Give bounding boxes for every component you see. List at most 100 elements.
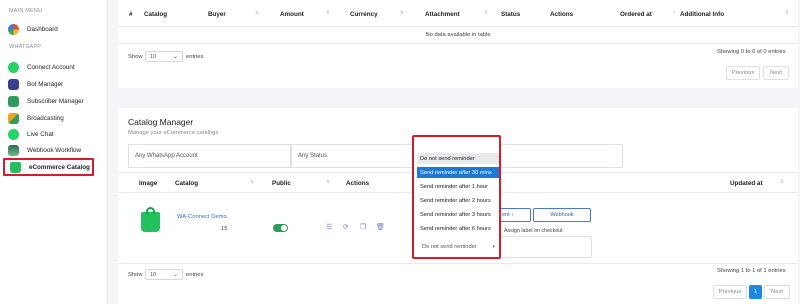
col-image: Image <box>139 180 158 187</box>
reminder-current-value: Do not send reminder <box>422 243 477 250</box>
empty-table-message: No data available in table <box>425 32 491 38</box>
page-size-select[interactable]: 10 ⌄ <box>145 269 183 280</box>
subscribers-icon <box>8 95 19 107</box>
col-actions[interactable]: Actions <box>550 11 573 18</box>
sort-icon[interactable]: ⇅ <box>250 179 254 185</box>
sort-icon[interactable]: ⇅ <box>484 10 488 16</box>
sidebar-item-ecommerce-catalog[interactable]: eCommerce Catalog <box>3 158 94 176</box>
whatsapp-section-label: WHATSAPP <box>9 44 42 50</box>
sort-icon[interactable]: ⇅ <box>255 10 259 16</box>
sidebar-item-label: Bot Manager <box>27 80 64 88</box>
col-additional-info[interactable]: Additional Info <box>680 11 724 18</box>
label-select[interactable] <box>499 236 592 258</box>
public-toggle[interactable] <box>273 224 288 232</box>
col-catalog[interactable]: Catalog <box>144 11 167 18</box>
shopping-bag-icon <box>10 161 21 173</box>
col-amount[interactable]: Amount <box>280 11 304 18</box>
sidebar-item-live-chat[interactable]: Live Chat <box>8 127 54 141</box>
card-title: Catalog Manager <box>128 117 194 127</box>
sidebar-item-bot-manager[interactable]: Bot Manager <box>8 77 63 91</box>
sort-icon[interactable]: ⇅ <box>780 179 784 185</box>
col-public[interactable]: Public <box>272 180 291 187</box>
next-button[interactable]: Next <box>764 285 790 299</box>
sidebar-item-label: eCommerce Catalog <box>29 163 90 171</box>
sidebar-item-label: Subscriber Manager <box>27 97 84 105</box>
reminder-option[interactable]: Send reminder after 1 hour <box>417 181 499 192</box>
orders-card: # Catalog Buyer ⇅ Amount ⇅ Currency ⇅ At… <box>118 0 798 88</box>
sidebar-item-dashboard[interactable]: Dashboard <box>8 22 58 36</box>
sidebar-item-label: Webhook Workflow <box>27 146 82 154</box>
divider <box>118 43 798 44</box>
main-menu-label: MAIN MENU <box>9 8 43 14</box>
webhook-button[interactable]: Webhook <box>533 208 591 222</box>
catalog-image <box>141 207 160 232</box>
catalog-item-count: 15 <box>221 226 228 232</box>
bag-handle <box>146 207 155 214</box>
show-label: Show <box>128 54 143 60</box>
sidebar: MAIN MENU Dashboard WHATSAPP Connect Acc… <box>0 0 108 304</box>
table-info: Showing 0 to 0 of 0 entries <box>717 49 786 55</box>
col-ordered-at[interactable]: Ordered at <box>620 11 652 18</box>
sort-icon[interactable]: ⇅ <box>326 179 330 185</box>
refresh-icon[interactable]: ⟳ <box>343 223 349 231</box>
copy-icon[interactable]: ❐ <box>360 223 366 231</box>
sort-desc-icon[interactable]: ⇣ <box>672 9 676 15</box>
chevron-down-icon: ⌄ <box>172 54 178 60</box>
whatsapp-icon <box>8 61 19 73</box>
sort-icon[interactable]: ⇅ <box>785 10 789 16</box>
previous-button[interactable]: Previous <box>726 66 760 80</box>
payment-button[interactable]: ent › <box>499 208 531 222</box>
col-buyer[interactable]: Buyer <box>208 11 226 18</box>
reminder-select-current[interactable]: Do not send reminder ▾ <box>419 241 497 252</box>
page-size-value: 10 <box>150 271 157 278</box>
sidebar-item-label: Live Chat <box>27 130 54 138</box>
chevron-down-icon: ⌄ <box>172 272 178 278</box>
sort-icon[interactable]: ⇅ <box>400 10 404 16</box>
broadcast-icon <box>8 112 19 124</box>
card-subtitle: Manage your eCommerce catalogs <box>128 130 219 136</box>
reminder-option[interactable]: Send reminder after 30 mins <box>417 167 499 178</box>
next-button[interactable]: Next <box>763 66 789 80</box>
whatsapp-account-filter[interactable]: Any WhatsApp Account <box>128 144 291 168</box>
col-number[interactable]: # <box>129 11 133 18</box>
payment-button-label: ent <box>502 212 510 218</box>
entries-label: entries <box>186 272 204 278</box>
page-1-button[interactable]: 1 <box>749 285 762 299</box>
caret-icon: ▾ <box>492 243 495 250</box>
col-status[interactable]: Status <box>501 11 520 18</box>
col-catalog[interactable]: Catalog <box>175 180 198 187</box>
divider <box>118 26 798 27</box>
sidebar-item-connect-account[interactable]: Connect Account <box>8 60 75 74</box>
col-attachment[interactable]: Attachment <box>425 11 460 18</box>
sidebar-item-broadcasting[interactable]: Broadcasting <box>8 111 64 125</box>
previous-button[interactable]: Previous <box>713 285 747 299</box>
sidebar-item-label: Dashboard <box>27 25 58 33</box>
robot-icon <box>8 78 19 90</box>
sort-icon[interactable]: ⇅ <box>326 10 330 16</box>
reminder-option[interactable]: Send reminder after 3 hours <box>417 209 499 220</box>
divider <box>118 263 798 264</box>
col-actions: Actions <box>346 180 370 187</box>
sidebar-item-subscriber-manager[interactable]: Subscriber Manager <box>8 94 84 108</box>
chevron-right-icon: › <box>511 212 514 218</box>
sidebar-item-webhook-workflow[interactable]: Webhook Workflow <box>8 143 81 157</box>
reminder-option[interactable]: Send reminder after 2 hours <box>417 195 499 206</box>
reminder-option[interactable]: Send reminder after 6 hours <box>417 223 499 234</box>
dashboard-icon <box>8 23 19 35</box>
whatsapp-chat-icon <box>8 128 19 140</box>
catalog-link[interactable]: WA-Connect Demo <box>177 214 227 220</box>
col-currency[interactable]: Currency <box>350 11 378 18</box>
page-size-value: 10 <box>150 53 157 60</box>
trash-icon[interactable]: 🗑 <box>376 223 385 231</box>
entries-label: entries <box>186 54 204 60</box>
sidebar-item-label: Broadcasting <box>27 114 64 122</box>
col-updated-at[interactable]: Updated at <box>730 180 763 187</box>
show-label: Show <box>128 272 143 278</box>
page-size-select[interactable]: 10 ⌄ <box>145 51 183 62</box>
sidebar-item-label: Connect Account <box>27 63 75 71</box>
reminder-dropdown[interactable]: Do not send reminder Send reminder after… <box>412 135 501 259</box>
table-info: Showing 1 to 1 of 1 entries <box>717 268 786 274</box>
list-icon[interactable]: ☰ <box>326 223 332 231</box>
webhook-icon <box>8 144 19 156</box>
reminder-option[interactable]: Do not send reminder <box>417 153 499 164</box>
